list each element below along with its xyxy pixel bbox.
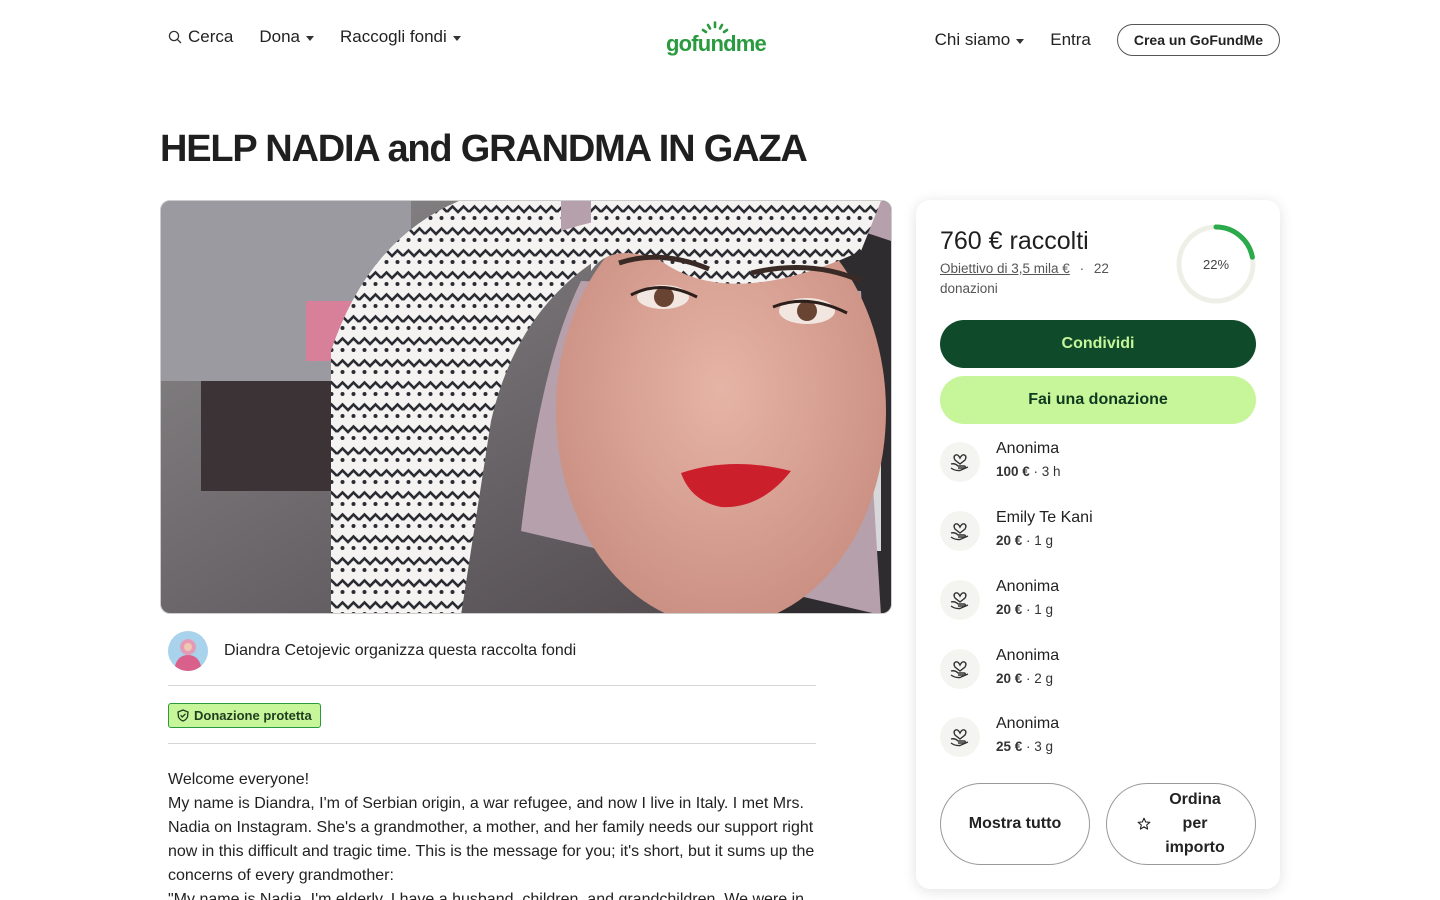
donor-name: Anonima (996, 440, 1060, 457)
about-menu[interactable]: Chi siamo (935, 30, 1025, 50)
goal-amount[interactable]: Obiettivo di 3,5 mila € (940, 261, 1070, 276)
protected-badge-label: Donazione protetta (194, 708, 312, 723)
top-nav: Cerca Dona Raccogli fondi gofundme Chi s… (0, 0, 1440, 80)
donation-heart-hand-icon (940, 511, 980, 551)
shield-icon (177, 709, 189, 722)
amount-raised: 760 € raccolti (940, 227, 1089, 255)
donate-menu[interactable]: Dona (259, 27, 314, 47)
donate-button[interactable]: Fai una donazione (940, 376, 1256, 424)
avatar-image (168, 630, 208, 671)
about-menu-label: Chi siamo (934, 30, 1011, 49)
organizer-text: Diandra Cetojevic organizza questa racco… (224, 641, 577, 659)
story-paragraph: Welcome everyone! (168, 771, 310, 788)
donation-heart-hand-icon (940, 580, 980, 620)
donation-time: 1 g (1034, 533, 1054, 548)
donation-meta: 20 € · 2 g (996, 671, 1054, 686)
raise-funds-menu[interactable]: Raccogli fondi (340, 27, 461, 47)
chevron-down-icon (452, 35, 461, 41)
donation-list-item: Anonima 25 € · 3 g (940, 715, 1256, 761)
organizer-row: Diandra Cetojevic organizza questa racco… (168, 630, 816, 686)
create-gofundme-button[interactable]: Crea un GoFundMe (1116, 24, 1280, 56)
donation-time: 3 h (1041, 464, 1061, 479)
donation-card: 760 € raccolti Obiettivo di 3,5 mila € ·… (916, 200, 1280, 889)
star-icon (1137, 817, 1151, 830)
share-button[interactable]: Condividi (940, 320, 1256, 368)
raise-funds-menu-label: Raccogli fondi (340, 27, 447, 46)
donation-meta: 100 € · 3 h (996, 464, 1061, 479)
sort-button-label: Ordina per importo (1165, 791, 1225, 856)
donation-time: 3 g (1034, 739, 1054, 754)
show-all-button[interactable]: Mostra tutto (940, 783, 1090, 865)
donation-meta: 20 € · 1 g (996, 533, 1054, 548)
login-link[interactable]: Entra (1050, 30, 1091, 50)
campaign-photo-image (161, 201, 891, 613)
donation-list-item: Anonima 100 € · 3 h (940, 440, 1256, 486)
donation-heart-hand-icon (940, 649, 980, 689)
donation-amount: 20 € (996, 602, 1023, 617)
goal-line: Obiettivo di 3,5 mila € · 22 donazioni (940, 259, 1140, 299)
donation-time: 1 g (1034, 602, 1054, 617)
search-icon (168, 30, 182, 44)
progress-ring: 22% (1174, 222, 1258, 306)
gofundme-logo[interactable]: gofundme (666, 20, 776, 60)
campaign-photo[interactable] (160, 200, 892, 614)
donation-list-item: Emily Te Kani 20 € · 1 g (940, 509, 1256, 555)
donation-heart-hand-icon (940, 442, 980, 482)
campaign-title: HELP NADIA and GRANDMA IN GAZA (160, 128, 808, 170)
nav-right: Chi siamo Entra Crea un GoFundMe (935, 24, 1280, 56)
organizer-avatar[interactable] (168, 630, 208, 671)
login-label: Entra (1050, 30, 1091, 49)
donation-list-item: Anonima 20 € · 1 g (940, 578, 1256, 624)
chevron-down-icon (1016, 38, 1025, 44)
donation-meta: 25 € · 3 g (996, 739, 1054, 754)
donation-heart-hand-icon (940, 717, 980, 757)
story-paragraph: "My name is Nadia, I'm elderly. I have a… (168, 891, 805, 900)
donation-amount: 20 € (996, 671, 1023, 686)
donation-amount: 25 € (996, 739, 1023, 754)
donor-name: Emily Te Kani (996, 509, 1093, 526)
nav-left: Cerca Dona Raccogli fondi (168, 27, 461, 47)
search-button[interactable]: Cerca (168, 27, 233, 47)
protected-donation-badge[interactable]: Donazione protetta (168, 703, 321, 728)
donation-meta: 20 € · 1 g (996, 602, 1054, 617)
donation-list-item: Anonima 20 € · 2 g (940, 647, 1256, 693)
donation-time: 2 g (1034, 671, 1054, 686)
donor-name: Anonima (996, 715, 1060, 732)
separator-dot: · (1079, 261, 1085, 276)
donation-amount: 20 € (996, 533, 1023, 548)
donate-menu-label: Dona (259, 27, 300, 46)
donation-amount: 100 € (996, 464, 1030, 479)
search-label: Cerca (188, 27, 234, 46)
campaign-story: Welcome everyone! My name is Diandra, I'… (168, 768, 828, 900)
sort-by-amount-button[interactable]: Ordina per importo (1106, 783, 1256, 865)
story-paragraph: My name is Diandra, I'm of Serbian origi… (168, 795, 815, 884)
progress-percent: 22% (1202, 256, 1230, 272)
protected-row: Donazione protetta (168, 686, 816, 744)
logo-text: gofundme (666, 31, 767, 56)
donor-name: Anonima (996, 647, 1060, 664)
chevron-down-icon (306, 35, 314, 41)
donor-name: Anonima (996, 578, 1060, 595)
